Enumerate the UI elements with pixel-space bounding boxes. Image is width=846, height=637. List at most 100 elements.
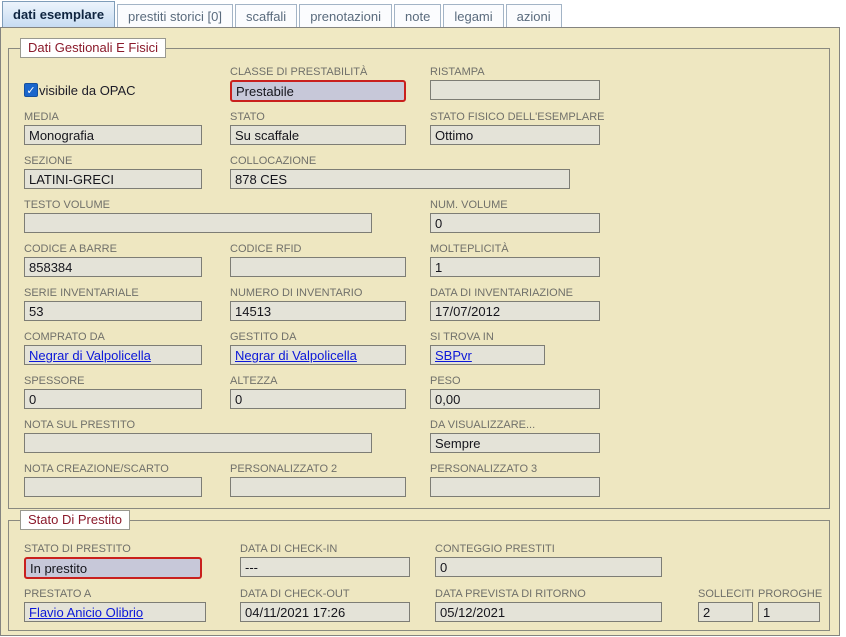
numero-di-inventario-input: 14513 bbox=[230, 301, 406, 321]
esemplare-page: dati esemplare prestiti storici [0] scaf… bbox=[0, 0, 846, 637]
field-codice-a-barre: CODICE A BARRE 858384 bbox=[24, 243, 202, 277]
gestito-da-link[interactable]: Negrar di Valpolicella bbox=[235, 348, 357, 363]
field-label: TESTO VOLUME bbox=[24, 199, 372, 212]
field-spessore: SPESSORE 0 bbox=[24, 375, 202, 409]
stato-di-prestito-input[interactable]: In prestito bbox=[24, 557, 202, 579]
opac-checkbox-label: visibile da OPAC bbox=[39, 83, 136, 98]
tab-note[interactable]: note bbox=[394, 4, 441, 28]
dati-gestionali-legend: Dati Gestionali E Fisici bbox=[20, 38, 166, 58]
field-classe-di-prestabilita: CLASSE DI PRESTABILITÀ Prestabile bbox=[230, 66, 406, 102]
tab-prestiti-storici[interactable]: prestiti storici [0] bbox=[117, 4, 233, 28]
tab-bar: dati esemplare prestiti storici [0] scaf… bbox=[0, 0, 846, 28]
comprato-da-link[interactable]: Negrar di Valpolicella bbox=[29, 348, 151, 363]
stato-fisico-input: Ottimo bbox=[430, 125, 600, 145]
nota-creazione-scarto-input bbox=[24, 477, 202, 497]
opac-checkbox-row: ✓ visibile da OPAC bbox=[24, 80, 136, 100]
field-da-visualizzare: DA VISUALIZZARE... Sempre bbox=[430, 419, 600, 453]
si-trova-in-box: SBPvr bbox=[430, 345, 545, 365]
field-label: MOLTEPLICITÀ bbox=[430, 243, 600, 256]
tab-prenotazioni[interactable]: prenotazioni bbox=[299, 4, 392, 28]
field-label: PROROGHE bbox=[758, 588, 820, 601]
field-sezione: SEZIONE LATINI-GRECI bbox=[24, 155, 202, 189]
field-label: DATA PREVISTA DI RITORNO bbox=[435, 588, 662, 601]
field-label: DATA DI CHECK-OUT bbox=[240, 588, 410, 601]
field-label: PESO bbox=[430, 375, 600, 388]
proroghe-input: 1 bbox=[758, 602, 820, 622]
field-label: PERSONALIZZATO 2 bbox=[230, 463, 406, 476]
si-trova-in-link[interactable]: SBPvr bbox=[435, 348, 472, 363]
serie-inventariale-input: 53 bbox=[24, 301, 202, 321]
num-volume-input: 0 bbox=[430, 213, 600, 233]
field-comprato-da: COMPRATO DA Negrar di Valpolicella bbox=[24, 331, 202, 365]
media-input: Monografia bbox=[24, 125, 202, 145]
personalizzato-2-input bbox=[230, 477, 406, 497]
field-label: DATA DI INVENTARIAZIONE bbox=[430, 287, 600, 300]
tab-legami[interactable]: legami bbox=[443, 4, 503, 28]
field-label: RISTAMPA bbox=[430, 66, 600, 79]
field-prestato-a: PRESTATO A Flavio Anicio Olibrio bbox=[24, 588, 206, 622]
prestato-a-link[interactable]: Flavio Anicio Olibrio bbox=[29, 605, 143, 620]
field-label: COLLOCAZIONE bbox=[230, 155, 570, 168]
field-label: PRESTATO A bbox=[24, 588, 206, 601]
field-label: COMPRATO DA bbox=[24, 331, 202, 344]
classe-di-prestabilita-input[interactable]: Prestabile bbox=[230, 80, 406, 102]
tab-dati-esemplare[interactable]: dati esemplare bbox=[2, 1, 115, 28]
field-personalizzato-2: PERSONALIZZATO 2 bbox=[230, 463, 406, 497]
field-label: SOLLECITI bbox=[698, 588, 753, 601]
da-visualizzare-input: Sempre bbox=[430, 433, 600, 453]
data-prevista-di-ritorno-input: 05/12/2021 bbox=[435, 602, 662, 622]
field-stato-di-prestito: STATO DI PRESTITO In prestito bbox=[24, 543, 202, 579]
opac-checkbox[interactable]: ✓ bbox=[24, 83, 38, 97]
molteplicita-input: 1 bbox=[430, 257, 600, 277]
field-label: CODICE A BARRE bbox=[24, 243, 202, 256]
field-num-volume: NUM. VOLUME 0 bbox=[430, 199, 600, 233]
codice-rfid-input bbox=[230, 257, 406, 277]
field-conteggio-prestiti: CONTEGGIO PRESTITI 0 bbox=[435, 543, 662, 577]
tab-azioni[interactable]: azioni bbox=[506, 4, 562, 28]
field-label: GESTITO DA bbox=[230, 331, 406, 344]
content-panel: Dati Gestionali E Fisici ✓ visibile da O… bbox=[0, 27, 840, 636]
field-label: NUM. VOLUME bbox=[430, 199, 600, 212]
field-solleciti: SOLLECITI 2 bbox=[698, 588, 753, 622]
gestito-da-box: Negrar di Valpolicella bbox=[230, 345, 406, 365]
field-label: MEDIA bbox=[24, 111, 202, 124]
nota-sul-prestito-input bbox=[24, 433, 372, 453]
field-altezza: ALTEZZA 0 bbox=[230, 375, 406, 409]
field-label: CLASSE DI PRESTABILITÀ bbox=[230, 66, 406, 79]
field-label: CONTEGGIO PRESTITI bbox=[435, 543, 662, 556]
field-label: SPESSORE bbox=[24, 375, 202, 388]
codice-a-barre-input: 858384 bbox=[24, 257, 202, 277]
field-label: STATO DI PRESTITO bbox=[24, 543, 202, 556]
field-data-di-inventariazione: DATA DI INVENTARIAZIONE 17/07/2012 bbox=[430, 287, 600, 321]
field-gestito-da: GESTITO DA Negrar di Valpolicella bbox=[230, 331, 406, 365]
conteggio-prestiti-input: 0 bbox=[435, 557, 662, 577]
data-di-inventariazione-input: 17/07/2012 bbox=[430, 301, 600, 321]
field-ristampa: RISTAMPA bbox=[430, 66, 600, 100]
field-si-trova-in: SI TROVA IN SBPvr bbox=[430, 331, 545, 365]
field-testo-volume: TESTO VOLUME bbox=[24, 199, 372, 233]
tab-scaffali[interactable]: scaffali bbox=[235, 4, 297, 28]
data-di-check-out-input: 04/11/2021 17:26 bbox=[240, 602, 410, 622]
field-numero-di-inventario: NUMERO DI INVENTARIO 14513 bbox=[230, 287, 406, 321]
field-label: DATA DI CHECK-IN bbox=[240, 543, 410, 556]
sezione-input: LATINI-GRECI bbox=[24, 169, 202, 189]
field-nota-creazione-scarto: NOTA CREAZIONE/SCARTO bbox=[24, 463, 202, 497]
field-stato-fisico: STATO FISICO DELL'ESEMPLARE Ottimo bbox=[430, 111, 600, 145]
field-stato: STATO Su scaffale bbox=[230, 111, 406, 145]
field-label: NUMERO DI INVENTARIO bbox=[230, 287, 406, 300]
field-label: NOTA CREAZIONE/SCARTO bbox=[24, 463, 202, 476]
field-data-di-check-out: DATA DI CHECK-OUT 04/11/2021 17:26 bbox=[240, 588, 410, 622]
stato-di-prestito-legend: Stato Di Prestito bbox=[20, 510, 130, 530]
field-label: DA VISUALIZZARE... bbox=[430, 419, 600, 432]
field-label: STATO FISICO DELL'ESEMPLARE bbox=[430, 111, 600, 124]
personalizzato-3-input bbox=[430, 477, 600, 497]
field-label: STATO bbox=[230, 111, 406, 124]
field-label: ALTEZZA bbox=[230, 375, 406, 388]
data-di-check-in-input: --- bbox=[240, 557, 410, 577]
field-label: SI TROVA IN bbox=[430, 331, 545, 344]
field-label: NOTA SUL PRESTITO bbox=[24, 419, 372, 432]
field-label: SEZIONE bbox=[24, 155, 202, 168]
testo-volume-input bbox=[24, 213, 372, 233]
field-serie-inventariale: SERIE INVENTARIALE 53 bbox=[24, 287, 202, 321]
collocazione-input: 878 CES bbox=[230, 169, 570, 189]
